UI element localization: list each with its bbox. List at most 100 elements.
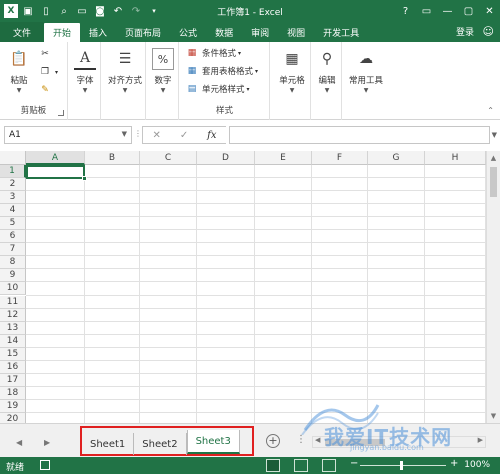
zoom-slider-thumb[interactable]	[400, 461, 403, 470]
scroll-up-icon[interactable]: ▲	[487, 151, 500, 165]
row-header[interactable]: 8	[0, 256, 26, 270]
column-header[interactable]: A	[26, 151, 85, 165]
new-icon[interactable]: ▯	[38, 3, 54, 19]
sheet-prev-icon[interactable]: ◀	[16, 438, 22, 447]
sheet-tab-2[interactable]: Sheet2	[134, 433, 187, 455]
collapse-ribbon-icon[interactable]: ⌃	[487, 106, 494, 115]
zoom-out-button[interactable]: −	[350, 458, 358, 469]
cancel-icon[interactable]: ✕	[152, 130, 160, 141]
sheet-next-icon[interactable]: ▶	[44, 438, 50, 447]
customize-icon[interactable]: ▾	[146, 3, 162, 19]
formula-bar-grip-icon[interactable]: ⋮	[134, 129, 142, 138]
macro-record-icon[interactable]	[40, 460, 50, 470]
row-header[interactable]: 14	[0, 334, 26, 348]
normal-view-button[interactable]	[266, 459, 280, 472]
common-tools-button[interactable]: ☁ 常用工具 ▼	[345, 46, 387, 98]
vertical-scrollbar[interactable]: ▲ ▼	[486, 151, 500, 423]
login-link[interactable]: 登录	[456, 25, 474, 38]
clipboard-launcher-icon[interactable]	[58, 110, 64, 116]
row-header[interactable]: 10	[0, 282, 26, 296]
column-header[interactable]: B	[85, 151, 140, 165]
column-header[interactable]: G	[368, 151, 425, 165]
column-header[interactable]: F	[312, 151, 368, 165]
tab-view[interactable]: 视图	[278, 22, 314, 42]
row-header[interactable]: 9	[0, 269, 26, 283]
select-all-corner[interactable]	[0, 151, 26, 165]
column-header[interactable]: C	[140, 151, 197, 165]
name-box[interactable]: A1 ▼	[4, 126, 132, 144]
add-sheet-button[interactable]: +	[266, 434, 280, 448]
tab-split-grip-icon[interactable]: ⋮	[296, 434, 306, 445]
row-header[interactable]: 2	[0, 178, 26, 192]
paste-button[interactable]: 📋 粘贴 ▼	[2, 46, 36, 98]
row-header[interactable]: 1	[0, 165, 26, 178]
row-header[interactable]: 19	[0, 399, 26, 413]
font-button[interactable]: A 字体 ▼	[69, 46, 101, 98]
vertical-scroll-thumb[interactable]	[490, 167, 497, 197]
maximize-button[interactable]: ▢	[458, 0, 479, 22]
tab-home[interactable]: 开始	[44, 23, 81, 42]
formula-input[interactable]	[229, 126, 490, 144]
zoom-level[interactable]: 100%	[464, 460, 490, 470]
tab-page-layout[interactable]: 页面布局	[116, 22, 170, 42]
scroll-down-icon[interactable]: ▼	[487, 409, 500, 423]
undo-icon[interactable]: ↶	[110, 3, 126, 19]
editing-button[interactable]: ⚲ 编辑 ▼	[312, 46, 342, 98]
redo-icon[interactable]: ↷	[128, 3, 144, 19]
minimize-button[interactable]: —	[437, 0, 458, 22]
row-header[interactable]: 17	[0, 373, 26, 387]
worksheet-grid[interactable]: ABCDEFGH 1 2 3 4 5 6 7 8 9 10 11 12 13 14 15 16 17 18 19 20…	[0, 151, 500, 423]
page-layout-view-button[interactable]	[294, 459, 308, 472]
sheet-tab-3[interactable]: Sheet3	[186, 430, 240, 454]
save-icon[interactable]: ▣	[20, 3, 36, 19]
feedback-smile-icon[interactable]: ☺	[483, 25, 494, 38]
scroll-right-icon[interactable]: ▶	[478, 436, 483, 444]
ribbon-display-options-button[interactable]: ▭	[416, 0, 437, 22]
horizontal-scrollbar[interactable]: ◀ ▶	[312, 436, 486, 448]
close-button[interactable]: ✕	[479, 0, 500, 22]
tab-file[interactable]: 文件	[0, 22, 44, 42]
open-icon[interactable]: ▭	[74, 3, 90, 19]
row-header[interactable]: 11	[0, 295, 26, 309]
expand-formula-bar-icon[interactable]: ▼	[492, 131, 497, 139]
tab-formulas[interactable]: 公式	[170, 22, 206, 42]
chevron-down-icon[interactable]: ▼	[122, 130, 127, 138]
format-painter-button[interactable]: ✎	[38, 82, 55, 98]
format-as-table-button[interactable]: ▦ 套用表格格式 ▾	[185, 63, 258, 79]
cells-button[interactable]: ▦ 单元格 ▼	[274, 46, 310, 98]
row-header[interactable]: 18	[0, 386, 26, 400]
fill-handle[interactable]	[82, 176, 87, 181]
active-cell[interactable]	[26, 165, 87, 181]
sheet-tab-1[interactable]: Sheet1	[82, 433, 135, 455]
row-header[interactable]: 15	[0, 347, 26, 361]
tab-insert[interactable]: 插入	[80, 22, 116, 42]
tab-data[interactable]: 数据	[206, 22, 242, 42]
insert-function-icon[interactable]: fx	[207, 130, 216, 141]
number-button[interactable]: % 数字 ▼	[147, 46, 179, 98]
cut-button[interactable]: ✂	[38, 46, 55, 62]
column-header[interactable]: E	[255, 151, 312, 165]
cell-styles-button[interactable]: ▤ 单元格样式 ▾	[185, 81, 250, 97]
tab-developer[interactable]: 开发工具	[314, 22, 368, 42]
horizontal-scroll-thumb[interactable]	[325, 439, 385, 446]
zoom-in-button[interactable]: +	[450, 458, 458, 469]
row-header[interactable]: 12	[0, 308, 26, 322]
tab-review[interactable]: 审阅	[242, 22, 278, 42]
row-header[interactable]: 4	[0, 204, 26, 218]
page-break-view-button[interactable]	[322, 459, 336, 472]
copy-button[interactable]: ❐ ▾	[38, 64, 58, 80]
row-header[interactable]: 16	[0, 360, 26, 374]
row-header[interactable]: 20	[0, 412, 26, 423]
column-header[interactable]: D	[197, 151, 255, 165]
row-header[interactable]: 13	[0, 321, 26, 335]
row-header[interactable]: 6	[0, 230, 26, 244]
enter-icon[interactable]: ✓	[180, 130, 188, 141]
row-header[interactable]: 7	[0, 243, 26, 257]
help-button[interactable]: ?	[395, 0, 416, 22]
column-header[interactable]: H	[425, 151, 486, 165]
row-header[interactable]: 3	[0, 191, 26, 205]
scroll-left-icon[interactable]: ◀	[315, 436, 320, 444]
alignment-button[interactable]: ☰ 对齐方式 ▼	[104, 46, 146, 98]
zoom-slider[interactable]	[360, 465, 446, 466]
print-preview-icon[interactable]: ⌕	[56, 3, 72, 19]
